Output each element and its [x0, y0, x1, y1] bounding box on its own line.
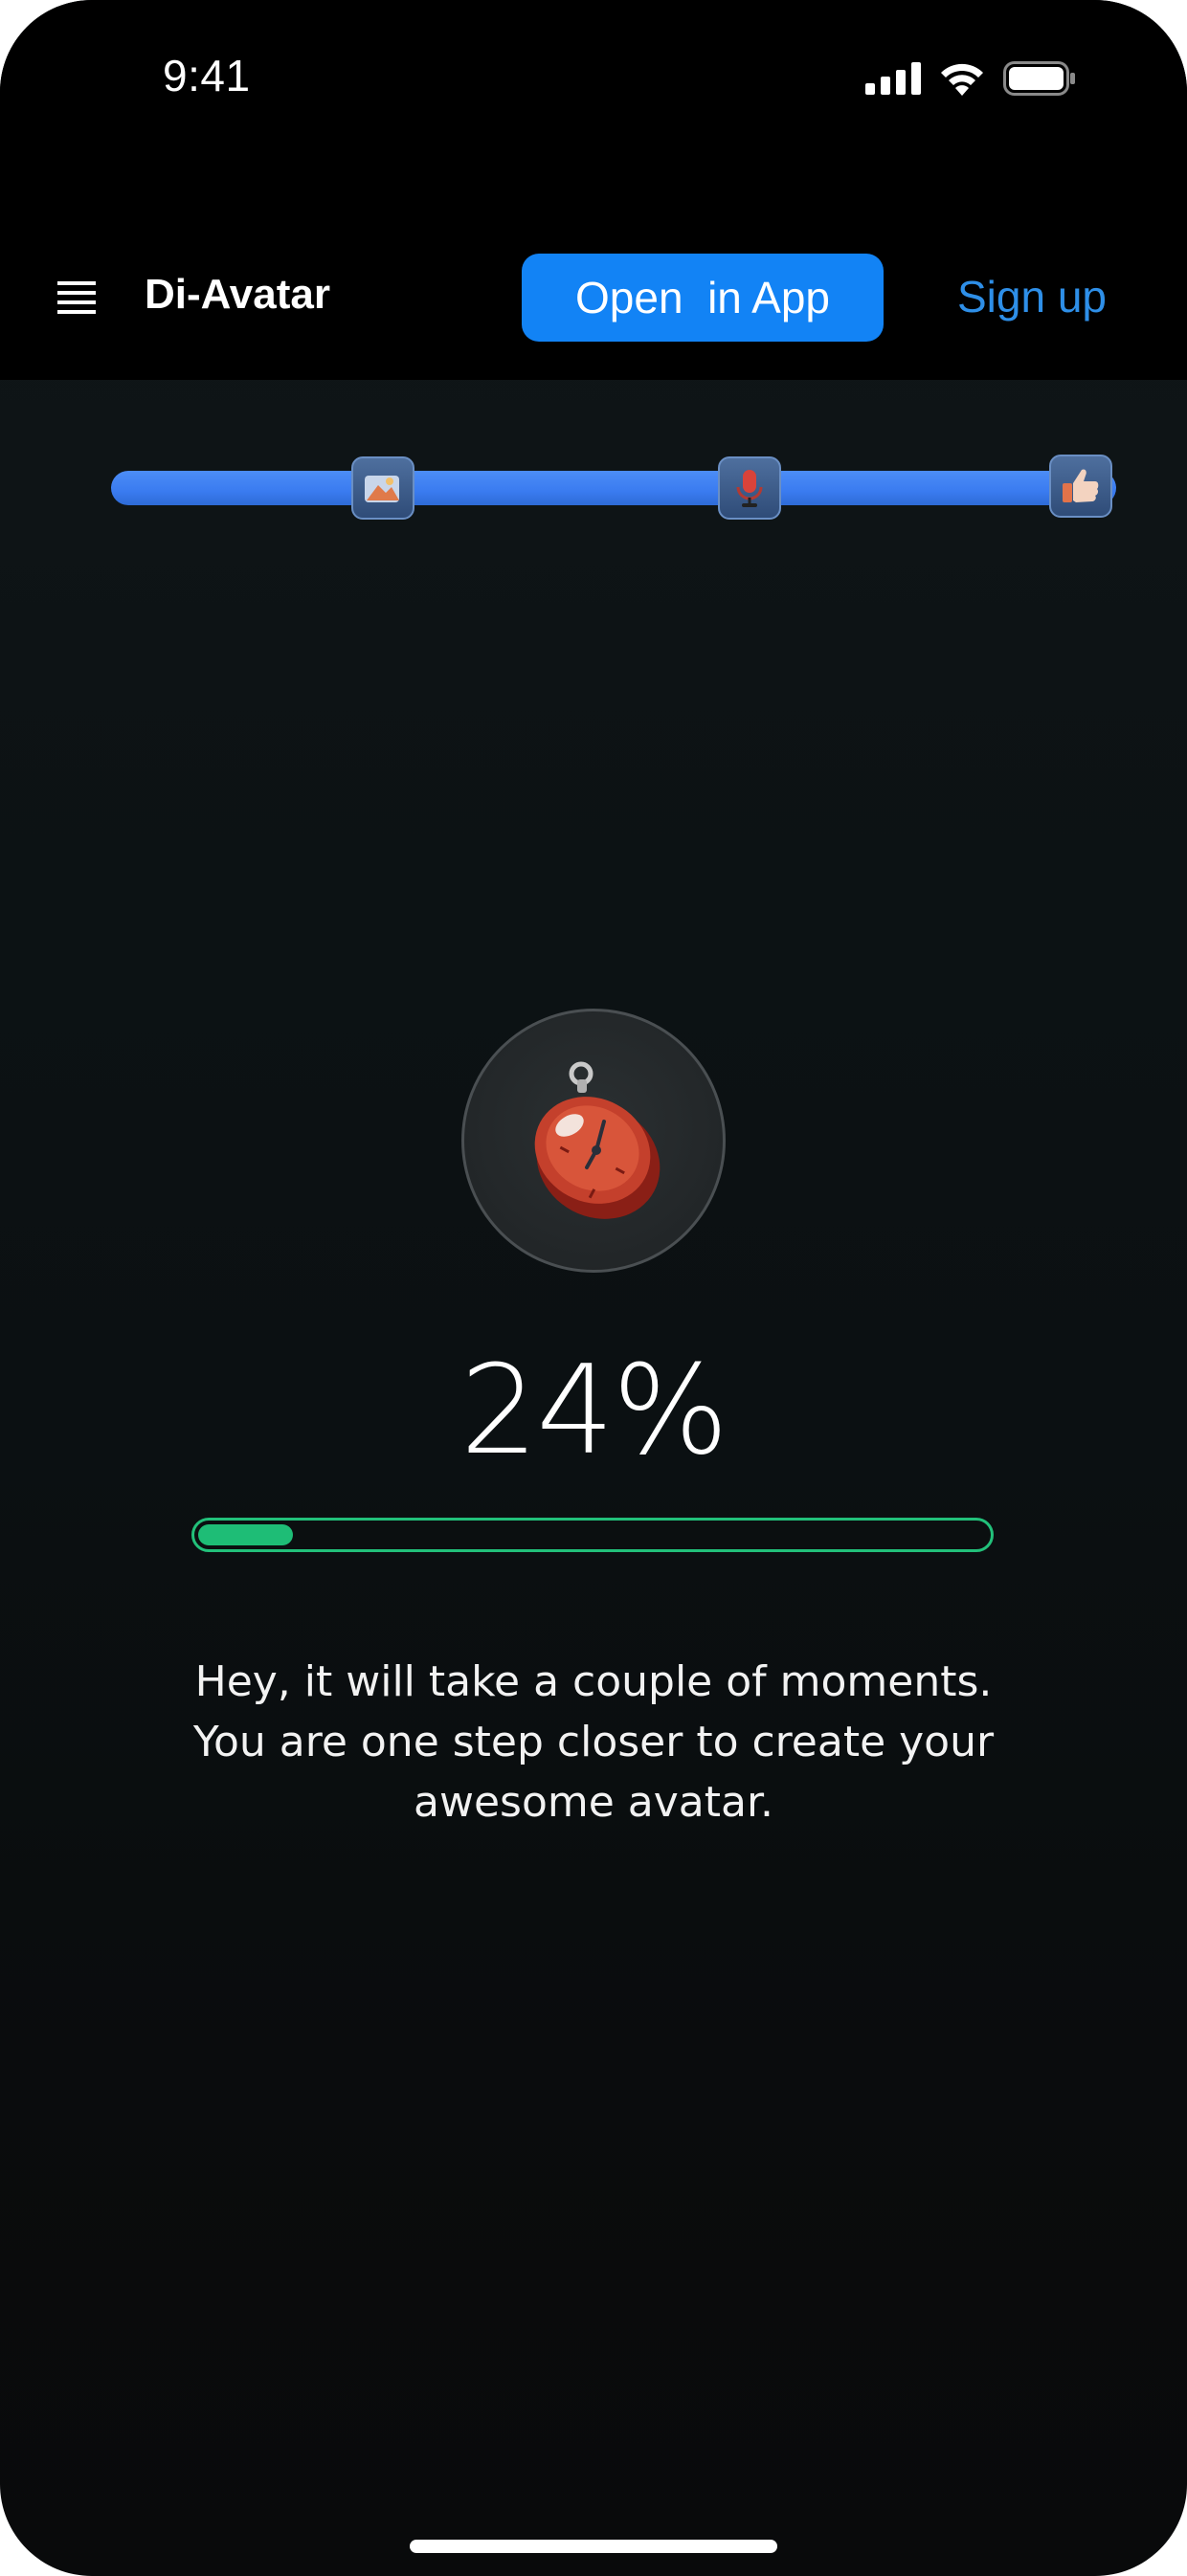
app-header: Di-Avatar Open in App Sign up [0, 167, 1187, 380]
thumbs-up-icon [1063, 469, 1099, 502]
progress-bar [191, 1518, 994, 1552]
home-indicator[interactable] [410, 2540, 777, 2553]
loading-message-line: You are one step closer to create your [192, 1718, 995, 1766]
step-progress-track [111, 471, 1116, 505]
menu-button[interactable] [57, 279, 98, 320]
phone-screen: 9:41 Di-Avatar Open in App Sign up 24% H… [0, 0, 1187, 2576]
progress-percent: 24% [459, 1340, 729, 1482]
status-icons [865, 61, 1076, 96]
status-time: 9:41 [163, 51, 251, 100]
hamburger-menu-icon [57, 281, 96, 314]
step-image[interactable] [351, 456, 414, 520]
stopwatch-icon [534, 1061, 661, 1219]
progress-bar-fill [198, 1524, 293, 1545]
app-title: Di-Avatar [145, 271, 330, 318]
timer-badge [461, 1009, 726, 1273]
wifi-icon [941, 63, 983, 96]
loading-message-line: Hey, it will take a couple of moments. [194, 1657, 993, 1706]
microphone-icon [736, 470, 763, 507]
loading-message-line: awesome avatar. [414, 1778, 773, 1827]
image-icon [365, 476, 399, 502]
step-voice[interactable] [718, 456, 781, 520]
loading-message: Hey, it will take a couple of moments. Y… [115, 1652, 1072, 1832]
sign-up-link[interactable]: Sign up [957, 271, 1107, 322]
step-complete[interactable] [1049, 455, 1112, 518]
open-in-app-button[interactable]: Open in App [522, 254, 884, 342]
status-bar: 9:41 [0, 0, 1187, 167]
cellular-signal-icon [865, 62, 921, 95]
battery-icon [1003, 61, 1075, 96]
